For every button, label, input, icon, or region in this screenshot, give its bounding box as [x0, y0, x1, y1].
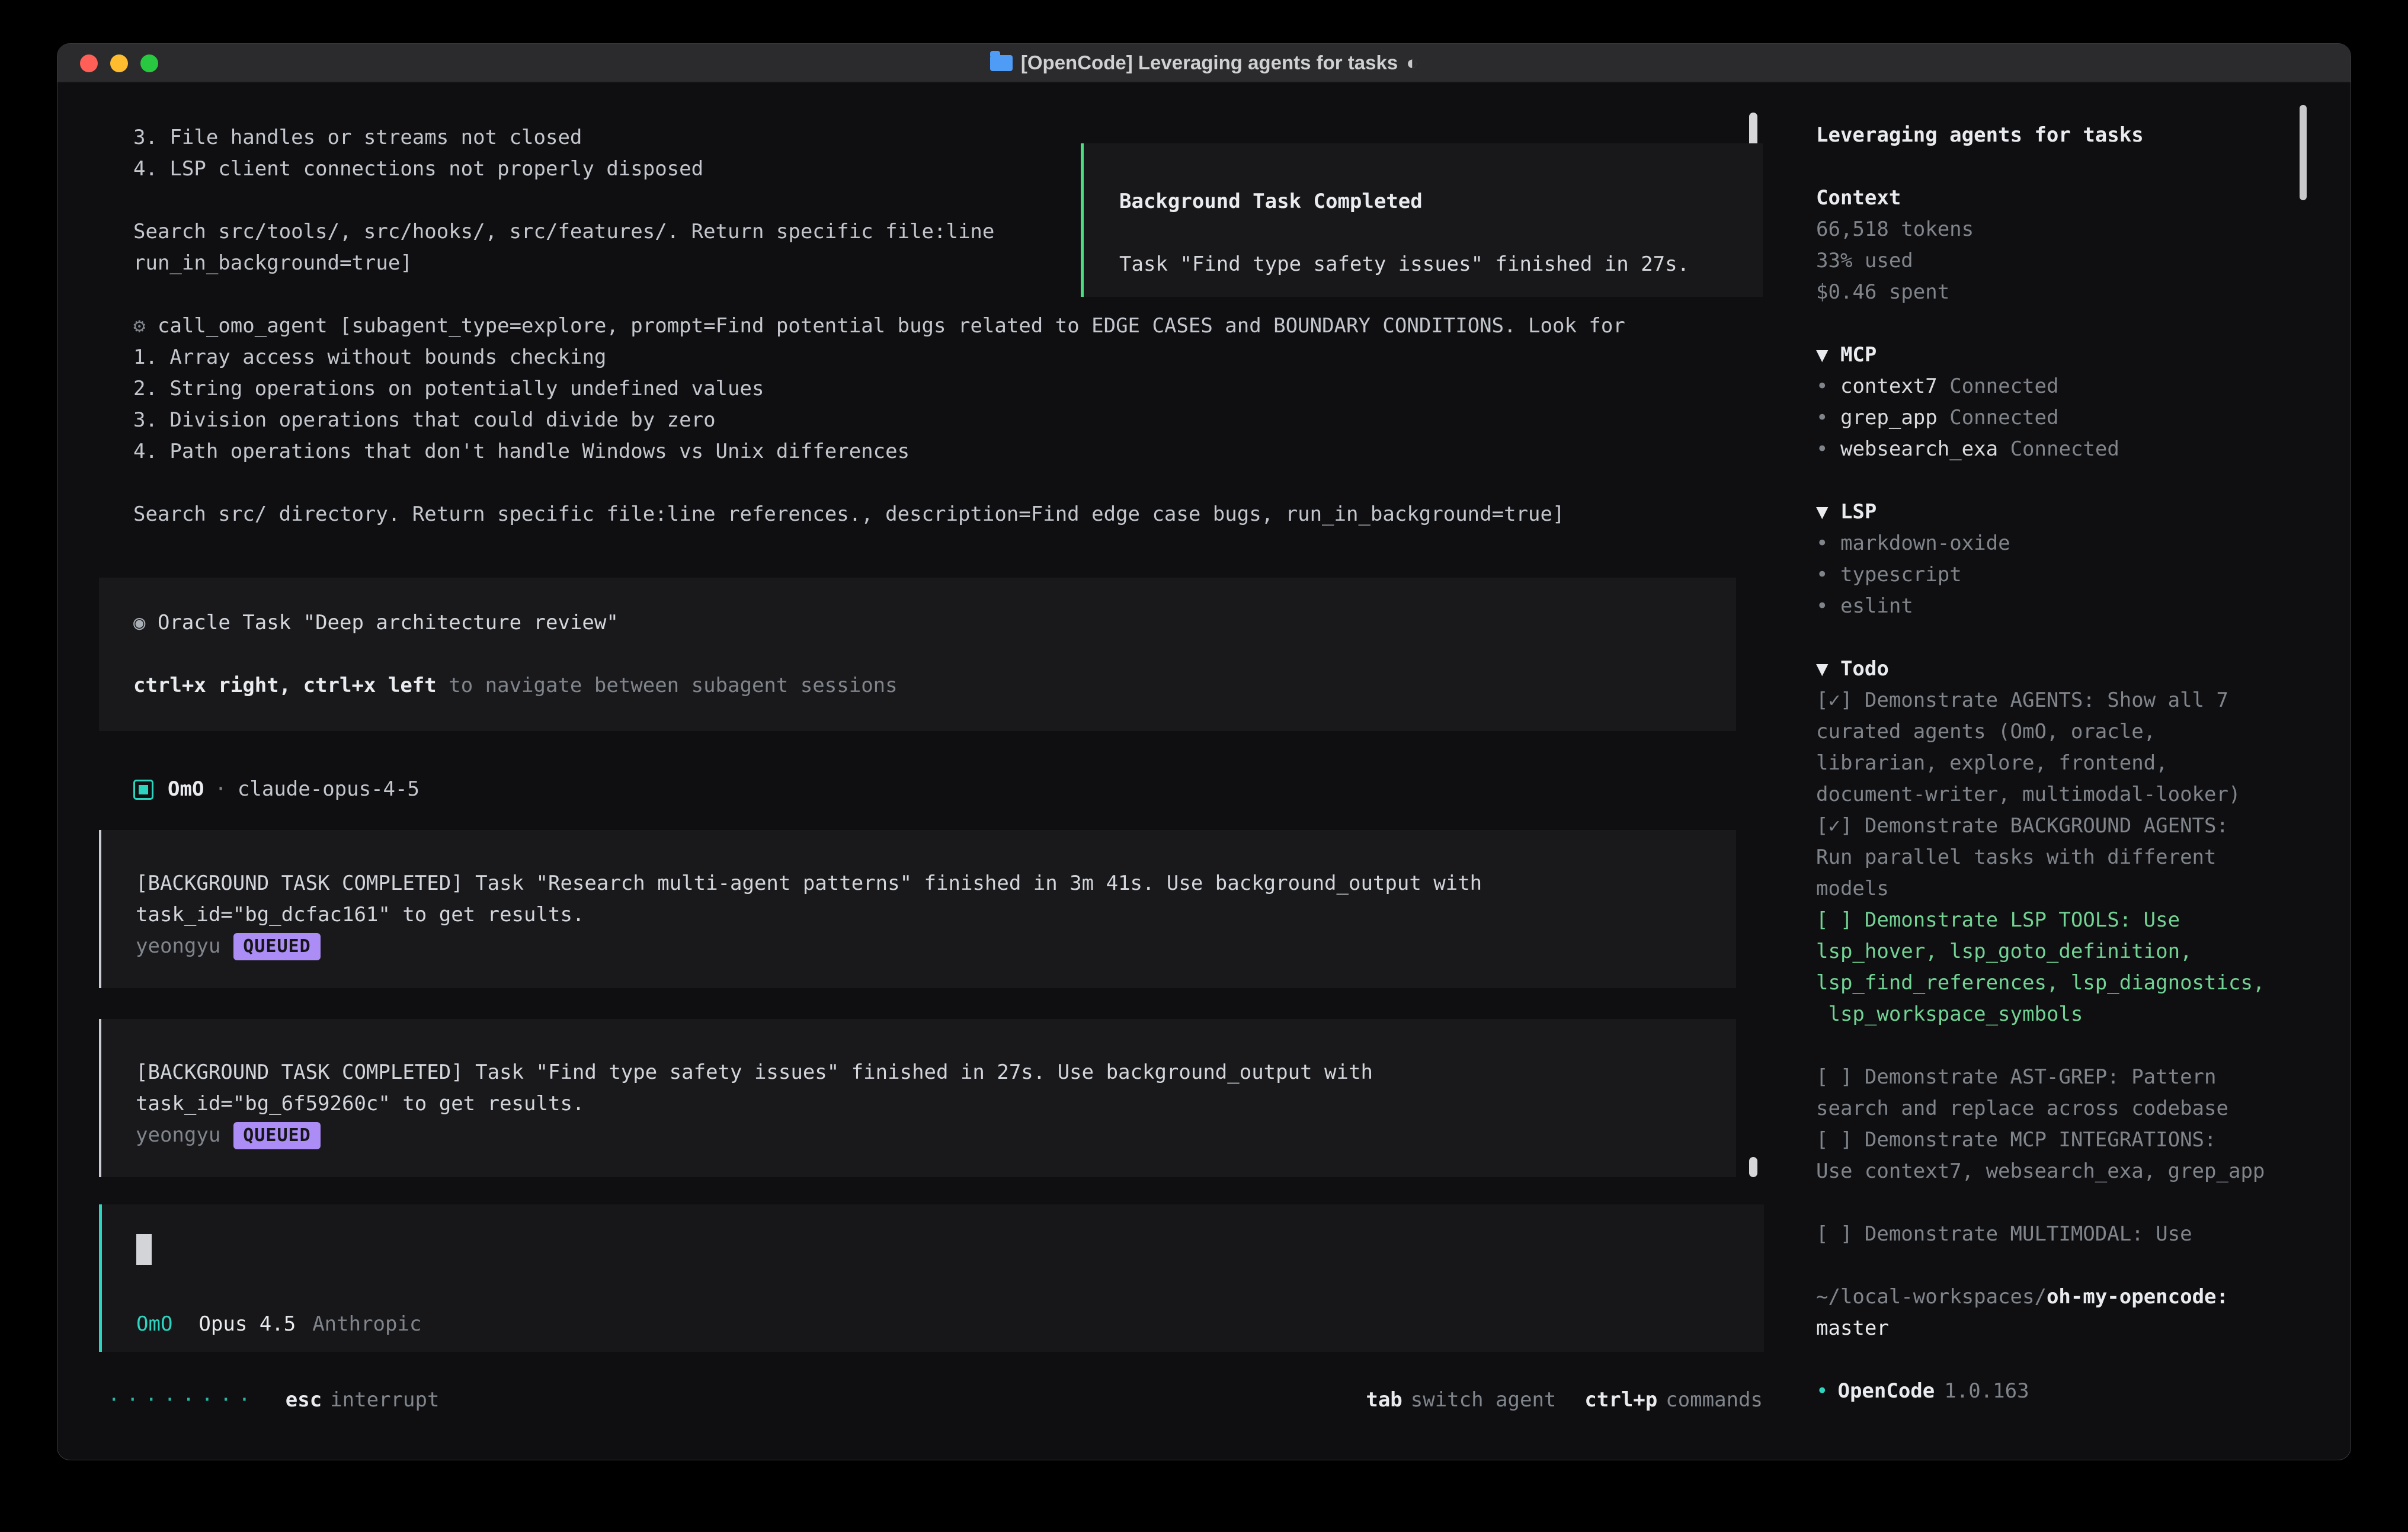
- window-title-text: [OpenCode] Leveraging agents for tasks: [1021, 52, 1398, 74]
- input-agent-name: OmO: [136, 1309, 172, 1340]
- lsp-item: • typescript: [1816, 559, 2322, 591]
- message-author: yeongyu: [136, 931, 220, 962]
- window-title: [OpenCode] Leveraging agents for tasks ◐: [990, 52, 1418, 74]
- lsp-section: ▼ LSP • markdown-oxide • typescript • es…: [1816, 496, 2322, 622]
- subagent-navigation-hint: ctrl+x right, ctrl+x left to navigate be…: [133, 670, 1702, 701]
- todo-item: [✓] Demonstrate BACKGROUND AGENTS: Run p…: [1816, 810, 2284, 905]
- mcp-item: • websearch_exa Connected: [1816, 434, 2322, 465]
- message-line: task_id="bg_dcfac161" to get results.: [136, 899, 1702, 931]
- toast-title: Background Task Completed: [1119, 186, 1727, 217]
- output-line: 2. String operations on potentially unde…: [133, 373, 1792, 405]
- lsp-item: • markdown-oxide: [1816, 528, 2322, 559]
- esc-key-label: interrupt: [330, 1384, 439, 1416]
- sidebar-scrollbar-thumb[interactable]: [2300, 105, 2307, 200]
- context-spent: $0.46 spent: [1816, 277, 2322, 308]
- context-section: Context 66,518 tokens 33% used $0.46 spe…: [1816, 182, 2322, 308]
- background-task-toast: Background Task Completed Task "Find typ…: [1081, 143, 1763, 297]
- agent-model: claude-opus-4-5: [238, 774, 420, 805]
- tool-call-text: call_omo_agent [subagent_type=explore, p…: [158, 314, 1625, 338]
- lsp-item: • eslint: [1816, 591, 2322, 622]
- spinner-dots: ········: [108, 1384, 257, 1416]
- todo-item: [ ] Demonstrate MULTIMODAL: Use: [1816, 1219, 2284, 1250]
- bullet-icon: •: [1816, 531, 1828, 555]
- output-line: Search src/ directory. Return specific f…: [133, 499, 1792, 530]
- blank-line: [133, 467, 1792, 499]
- context-tokens: 66,518 tokens: [1816, 214, 2322, 245]
- output-line: 4. Path operations that don't handle Win…: [133, 436, 1792, 467]
- titlebar[interactable]: [OpenCode] Leveraging agents for tasks ◐: [57, 44, 2351, 83]
- sidebar: Leveraging agents for tasks Context 66,5…: [1792, 83, 2351, 1460]
- record-icon: ◉: [133, 611, 145, 634]
- todo-item: [✓] Demonstrate AGENTS: Show all 7 curat…: [1816, 685, 2284, 810]
- bullet-icon: •: [1816, 563, 1828, 586]
- output-line: 1. Array access without bounds checking: [133, 342, 1792, 373]
- main-scrollbar-thumb-end[interactable]: [1749, 1157, 1757, 1177]
- zoom-button[interactable]: [140, 55, 158, 72]
- hint-text: to navigate between subagent sessions: [437, 674, 898, 697]
- workspace-line: ~/local-workspaces/oh-my-opencode:: [1816, 1281, 2322, 1313]
- workspace-branch: master: [1816, 1313, 2322, 1344]
- queued-badge: QUEUED: [233, 933, 320, 960]
- input-provider-name: Anthropic: [312, 1309, 421, 1340]
- oracle-task-title: Oracle Task "Deep architecture review": [158, 611, 619, 634]
- folder-icon: [990, 55, 1013, 71]
- workspace-path: ~/local-workspaces/oh-my-opencode: maste…: [1816, 1281, 2322, 1344]
- message-author: yeongyu: [136, 1120, 220, 1151]
- opencode-window: [OpenCode] Leveraging agents for tasks ◐…: [57, 43, 2351, 1460]
- agent-name: OmO: [168, 774, 204, 805]
- todo-item-active: [ ] Demonstrate LSP TOOLS: Use lsp_hover…: [1816, 905, 2284, 1030]
- bullet-icon: •: [1816, 437, 1828, 461]
- message-meta: yeongyu QUEUED: [136, 1120, 1702, 1151]
- message-line: [BACKGROUND TASK COMPLETED] Task "Find t…: [136, 1057, 1702, 1088]
- context-used: 33% used: [1816, 245, 2322, 277]
- bullet-icon: •: [1816, 374, 1828, 398]
- ctrlp-key-hint: ctrl+p: [1584, 1384, 1657, 1416]
- input-meta: OmO Opus 4.5 Anthropic: [136, 1309, 1730, 1340]
- todo-item: [ ] Demonstrate MCP INTEGRATIONS: Use co…: [1816, 1124, 2284, 1187]
- close-button[interactable]: [80, 55, 98, 72]
- separator-dot: ·: [214, 774, 226, 805]
- ctrlp-key-label: commands: [1666, 1384, 1763, 1416]
- todo-item: [ ] Demonstrate AST-GREP: Pattern search…: [1816, 1062, 2284, 1124]
- bullet-icon: •: [1816, 594, 1828, 618]
- tab-key-label: switch agent: [1411, 1384, 1557, 1416]
- status-bar: ········ esc interrupt tab switch agent …: [108, 1384, 1763, 1416]
- background-task-message: [BACKGROUND TASK COMPLETED] Task "Resear…: [99, 830, 1736, 988]
- output-line: 3. Division operations that could divide…: [133, 405, 1792, 436]
- todo-section: ▼ Todo [✓] Demonstrate AGENTS: Show all …: [1816, 653, 2322, 1250]
- prompt-input[interactable]: OmO Opus 4.5 Anthropic: [99, 1204, 1764, 1352]
- mcp-item: • context7 Connected: [1816, 371, 2322, 402]
- toast-body: Task "Find type safety issues" finished …: [1119, 249, 1727, 280]
- input-model-name: Opus 4.5: [198, 1309, 296, 1340]
- message-meta: yeongyu QUEUED: [136, 931, 1702, 962]
- agent-session-header: OmO · claude-opus-4-5: [133, 774, 1792, 805]
- session-title: Leveraging agents for tasks: [1816, 120, 2322, 151]
- message-line: task_id="bg_6f59260c" to get results.: [136, 1088, 1702, 1120]
- text-cursor: [136, 1234, 152, 1265]
- queued-badge: QUEUED: [233, 1122, 320, 1149]
- traffic-lights: [80, 55, 158, 72]
- terminal-main: Background Task Completed Task "Find typ…: [57, 83, 1792, 1460]
- message-line: [BACKGROUND TASK COMPLETED] Task "Resear…: [136, 868, 1702, 899]
- version-line: •OpenCode1.0.163: [1816, 1376, 2322, 1407]
- mcp-section: ▼ MCP • context7 Connected • grep_app Co…: [1816, 339, 2322, 465]
- tool-call-line: ⚙ call_omo_agent [subagent_type=explore,…: [133, 310, 1792, 342]
- minimize-button[interactable]: [110, 55, 128, 72]
- background-task-message: [BACKGROUND TASK COMPLETED] Task "Find t…: [99, 1019, 1736, 1177]
- hint-keys: ctrl+x right, ctrl+x left: [133, 674, 437, 697]
- context-header: Context: [1816, 182, 2322, 214]
- bullet-icon: •: [1816, 1379, 1828, 1403]
- tab-key-hint: tab: [1366, 1384, 1402, 1416]
- lsp-section-header[interactable]: ▼ LSP: [1816, 496, 2322, 528]
- oracle-task-heading: ◉ Oracle Task "Deep architecture review": [133, 607, 1702, 639]
- oracle-task-panel: ◉ Oracle Task "Deep architecture review"…: [99, 578, 1736, 731]
- half-moon-icon: ◐: [1406, 52, 1418, 74]
- mcp-item: • grep_app Connected: [1816, 402, 2322, 434]
- esc-key-hint: esc: [286, 1384, 322, 1416]
- todo-section-header[interactable]: ▼ Todo: [1816, 653, 2322, 685]
- mcp-section-header[interactable]: ▼ MCP: [1816, 339, 2322, 371]
- bullet-icon: •: [1816, 406, 1828, 430]
- agent-square-icon: [133, 780, 153, 800]
- gear-icon: ⚙: [133, 314, 145, 338]
